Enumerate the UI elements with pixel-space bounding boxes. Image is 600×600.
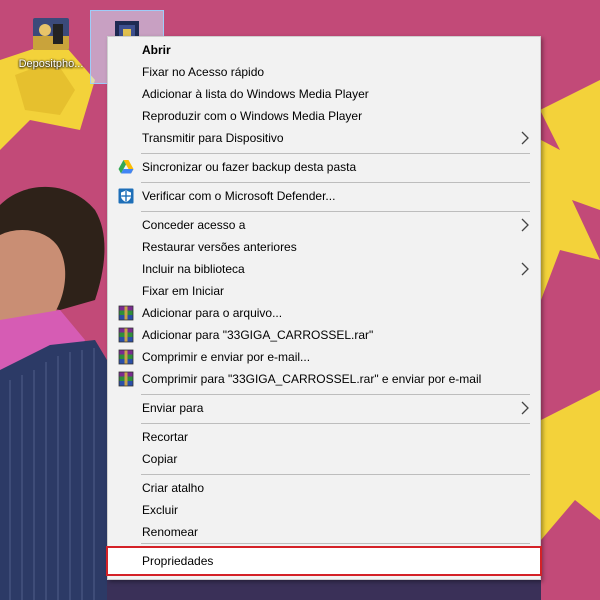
menu-separator — [141, 182, 530, 183]
menu-item-sincronizar-backup[interactable]: Sincronizar ou fazer backup desta pasta — [109, 156, 539, 178]
menu-separator — [141, 153, 530, 154]
menu-item-label: Copiar — [142, 452, 178, 466]
menu-item-renomear[interactable]: Renomear — [109, 521, 539, 543]
menu-item-excluir[interactable]: Excluir — [109, 499, 539, 521]
google-drive-icon — [118, 160, 134, 174]
menu-item-verificar-defender[interactable]: Verificar com o Microsoft Defender... — [109, 185, 539, 207]
menu-item-label: Adicionar para o arquivo... — [142, 306, 283, 320]
winrar-icon — [118, 371, 134, 387]
menu-item-adicionar-arquivo[interactable]: Adicionar para o arquivo... — [109, 302, 539, 324]
menu-item-fixar-acesso-rapido[interactable]: Fixar no Acesso rápido — [109, 61, 539, 83]
menu-item-fixar-iniciar[interactable]: Fixar em Iniciar — [109, 280, 539, 302]
menu-item-adicionar-rar[interactable]: Adicionar para "33GIGA_CARROSSEL.rar" — [109, 324, 539, 346]
menu-item-transmitir[interactable]: Transmitir para Dispositivo — [109, 127, 539, 149]
context-menu: Abrir Fixar no Acesso rápido Adicionar à… — [106, 36, 542, 580]
chevron-right-icon — [521, 262, 529, 276]
menu-item-label: Excluir — [142, 503, 179, 517]
menu-item-comprimir-rar-email[interactable]: Comprimir para "33GIGA_CARROSSEL.rar" e … — [109, 368, 539, 390]
winrar-icon — [118, 349, 134, 365]
menu-item-label: Enviar para — [142, 401, 204, 415]
menu-item-label: Adicionar para "33GIGA_CARROSSEL.rar" — [142, 328, 374, 342]
menu-item-abrir[interactable]: Abrir — [109, 39, 539, 61]
menu-item-label: Restaurar versões anteriores — [142, 240, 297, 254]
menu-item-incluir-biblioteca[interactable]: Incluir na biblioteca — [109, 258, 539, 280]
menu-item-enviar-para[interactable]: Enviar para — [109, 397, 539, 419]
menu-item-label: Recortar — [142, 430, 189, 444]
menu-separator — [141, 543, 530, 544]
chevron-right-icon — [521, 401, 529, 415]
menu-item-label: Propriedades — [142, 554, 214, 568]
menu-item-adicionar-wmp[interactable]: Adicionar à lista do Windows Media Playe… — [109, 83, 539, 105]
menu-item-label: Sincronizar ou fazer backup desta pasta — [142, 160, 357, 174]
menu-item-label: Fixar no Acesso rápido — [142, 65, 265, 79]
menu-item-recortar[interactable]: Recortar — [109, 426, 539, 448]
menu-separator — [141, 423, 530, 424]
menu-item-criar-atalho[interactable]: Criar atalho — [109, 477, 539, 499]
menu-item-label: Fixar em Iniciar — [142, 284, 225, 298]
menu-item-copiar[interactable]: Copiar — [109, 448, 539, 470]
menu-item-label: Transmitir para Dispositivo — [142, 131, 284, 145]
menu-item-label: Comprimir para "33GIGA_CARROSSEL.rar" e … — [142, 372, 482, 386]
desktop-icon-label: Depositpho... — [18, 58, 84, 70]
image-thumbnail-icon — [33, 18, 69, 50]
menu-item-propriedades[interactable]: Propriedades — [109, 550, 539, 572]
menu-item-label: Incluir na biblioteca — [142, 262, 245, 276]
menu-item-label: Criar atalho — [142, 481, 205, 495]
menu-item-label: Conceder acesso a — [142, 218, 246, 232]
menu-item-label: Verificar com o Microsoft Defender... — [142, 189, 336, 203]
menu-item-label: Abrir — [142, 43, 171, 57]
chevron-right-icon — [521, 218, 529, 232]
winrar-icon — [118, 327, 134, 343]
chevron-right-icon — [521, 131, 529, 145]
menu-item-label: Comprimir e enviar por e-mail... — [142, 350, 311, 364]
menu-item-reproduzir-wmp[interactable]: Reproduzir com o Windows Media Player — [109, 105, 539, 127]
menu-item-conceder-acesso[interactable]: Conceder acesso a — [109, 214, 539, 236]
menu-separator — [141, 394, 530, 395]
menu-item-label: Adicionar à lista do Windows Media Playe… — [142, 87, 369, 101]
menu-separator — [141, 474, 530, 475]
menu-separator — [141, 211, 530, 212]
defender-icon — [118, 188, 134, 204]
menu-item-label: Renomear — [142, 525, 199, 539]
menu-item-restaurar-versoes[interactable]: Restaurar versões anteriores — [109, 236, 539, 258]
menu-item-comprimir-email[interactable]: Comprimir e enviar por e-mail... — [109, 346, 539, 368]
menu-item-label: Reproduzir com o Windows Media Player — [142, 109, 363, 123]
winrar-icon — [118, 305, 134, 321]
desktop-icon-depositphotos[interactable]: Depositpho... — [14, 10, 88, 84]
